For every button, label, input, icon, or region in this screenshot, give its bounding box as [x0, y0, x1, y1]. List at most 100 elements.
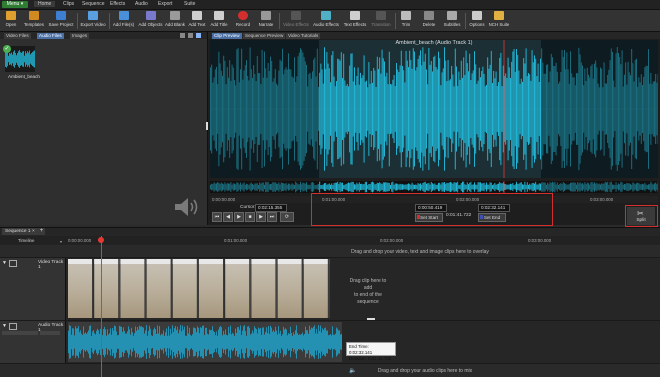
details-view-icon[interactable] [196, 33, 201, 38]
scissors-icon: ✂ [637, 209, 644, 218]
timeline-label: Timeline [18, 238, 35, 243]
audio-track-header: ▼ Audio Track 1 [0, 321, 66, 363]
audio-clip[interactable] [68, 322, 342, 362]
speaker-icon [175, 198, 198, 216]
split-button[interactable]: ✂ Split [627, 207, 655, 225]
add-blank-button[interactable]: Add Blank [164, 11, 186, 31]
mute-icon[interactable] [9, 323, 17, 330]
panel-resize-handle[interactable] [206, 122, 208, 130]
volume-slider[interactable] [2, 331, 38, 335]
start-marker-icon [417, 215, 420, 219]
overview-strip[interactable] [210, 181, 658, 193]
tab-clips[interactable]: Clips [63, 1, 74, 7]
subtitles-icon [447, 11, 457, 20]
video-track[interactable]: ▼ Video Track 1 Drag clip here to add to… [0, 258, 660, 321]
pan-slider[interactable] [40, 331, 60, 335]
templates-button[interactable]: Templates [22, 11, 46, 31]
ruler-tick: 0:03:00.000 [590, 197, 614, 202]
add-sequence-button[interactable]: + [38, 228, 45, 235]
overlay-track[interactable]: Drag and drop your video, text and image… [0, 246, 660, 258]
tab-sequence[interactable]: Sequence [82, 1, 105, 7]
end-time-field[interactable]: 0:02:32.141 [478, 204, 510, 212]
add-title-button[interactable]: Add Title [208, 11, 230, 31]
close-icon[interactable]: × [32, 229, 35, 234]
text-effects-button[interactable]: Text Effects [341, 11, 369, 31]
ruler-tick: 0:00:00.000 [212, 197, 236, 202]
list-view-icon[interactable] [188, 33, 193, 38]
templates-icon [29, 11, 39, 20]
tab-video-files[interactable]: Video Files [4, 33, 31, 39]
sequence-tabs [0, 227, 660, 236]
open-button[interactable]: Open [2, 11, 20, 31]
cursor-field[interactable]: 0:02:15.355 [255, 204, 287, 212]
tab-clip-preview[interactable]: Clip Preview [212, 33, 242, 39]
loop-button[interactable]: ⟳ [280, 212, 294, 222]
set-start-button[interactable]: Set Start [415, 213, 443, 222]
export-video-button[interactable]: Export Video [78, 11, 108, 31]
save-project-button[interactable]: Save Project [46, 11, 76, 31]
add-blank-icon [170, 11, 180, 20]
timeline-ruler[interactable]: Timeline ▾ 0:00:00.000 0:01:00.000 0:02:… [0, 236, 660, 245]
tab-images[interactable]: Images [70, 33, 90, 39]
video-effects-icon [291, 11, 301, 20]
stop-button[interactable]: ■ [245, 212, 255, 222]
end-marker-icon [480, 215, 483, 219]
add-objects-button[interactable]: Add Objects [137, 11, 164, 31]
step-forward-button[interactable]: ▶ [256, 212, 266, 222]
collapse-icon[interactable]: ▼ [2, 323, 7, 329]
play-button[interactable]: ▶ [234, 212, 244, 222]
export-icon [88, 11, 98, 20]
clip-tooltip: End Time: 0:02:32.141 Duration: 0:01:41.… [346, 342, 396, 361]
tab-home[interactable]: Home [34, 1, 56, 7]
media-item-label: Ambient_beach [8, 74, 40, 79]
trim-button[interactable]: Trim [397, 11, 415, 31]
record-button[interactable]: Record [232, 11, 254, 31]
tab-effects[interactable]: Effects [110, 1, 125, 7]
collapse-icon[interactable]: ▼ [2, 260, 7, 266]
audio-mix-track[interactable]: 🔈 Drag and drop your audio clips here to… [0, 364, 660, 377]
tab-sequence-preview[interactable]: Sequence Preview [243, 33, 286, 39]
tab-audio[interactable]: Audio [135, 1, 148, 7]
subtitles-button[interactable]: Subtitles [441, 11, 463, 31]
set-end-button[interactable]: Set End [478, 213, 506, 222]
timeline-playhead[interactable] [101, 236, 102, 377]
track-resize-handle[interactable] [367, 318, 375, 320]
main-menu-button[interactable]: Menu ▾ [2, 1, 28, 8]
trash-icon [424, 11, 434, 20]
ruler-tick: 0:01:00.000 [224, 238, 248, 243]
video-clip[interactable] [68, 259, 330, 318]
tab-video-tutorials[interactable]: Video Tutorials [286, 33, 321, 39]
clip-title: Ambient_beach (Audio Track 1) [395, 40, 473, 46]
go-end-button[interactable]: ⏭ [267, 212, 277, 222]
start-time-field[interactable]: 0:00:50.419 [415, 204, 447, 212]
folder-icon [6, 11, 16, 20]
video-effects-button[interactable]: Video Effects [281, 11, 311, 31]
nch-suite-button[interactable]: NCH Suite [488, 11, 510, 31]
text-icon [192, 11, 202, 20]
tab-export[interactable]: Export [158, 1, 172, 7]
transition-button[interactable]: Transition [369, 11, 393, 31]
narrate-button[interactable]: Narrate [255, 11, 277, 31]
overlay-hint: Drag and drop your video, text and image… [351, 249, 489, 255]
audio-effects-button[interactable]: Audio Effects [311, 11, 341, 31]
suite-icon [494, 11, 504, 20]
go-start-button[interactable]: ⏮ [212, 212, 222, 222]
media-tabs: Video Files Audio Files Images [0, 32, 207, 39]
options-button[interactable]: Options [467, 11, 487, 31]
visibility-icon[interactable] [9, 260, 17, 267]
add-text-button[interactable]: Add Text [186, 11, 208, 31]
tab-audio-files[interactable]: Audio Files [37, 33, 64, 39]
tab-suite[interactable]: Suite [184, 1, 195, 7]
ruler-tick: 0:00:00.000 [68, 238, 92, 243]
step-back-button[interactable]: ◀ [223, 212, 233, 222]
audio-track[interactable]: ▼ Audio Track 1 End Time: 0:02:32.141 Du… [0, 321, 660, 364]
add-files-button[interactable]: Add File(s) [110, 11, 137, 31]
grid-view-icon[interactable] [180, 33, 185, 38]
video-drop-hint: Drag clip here to add to end of the sequ… [349, 278, 387, 305]
text-effects-icon [350, 11, 360, 20]
audio-effects-icon [321, 11, 331, 20]
delete-button[interactable]: Delete [420, 11, 438, 31]
tab-sequence-1[interactable]: Sequence 1 × [2, 228, 38, 235]
waveform [210, 40, 658, 178]
timeline-dropdown-icon[interactable]: ▾ [60, 239, 62, 244]
